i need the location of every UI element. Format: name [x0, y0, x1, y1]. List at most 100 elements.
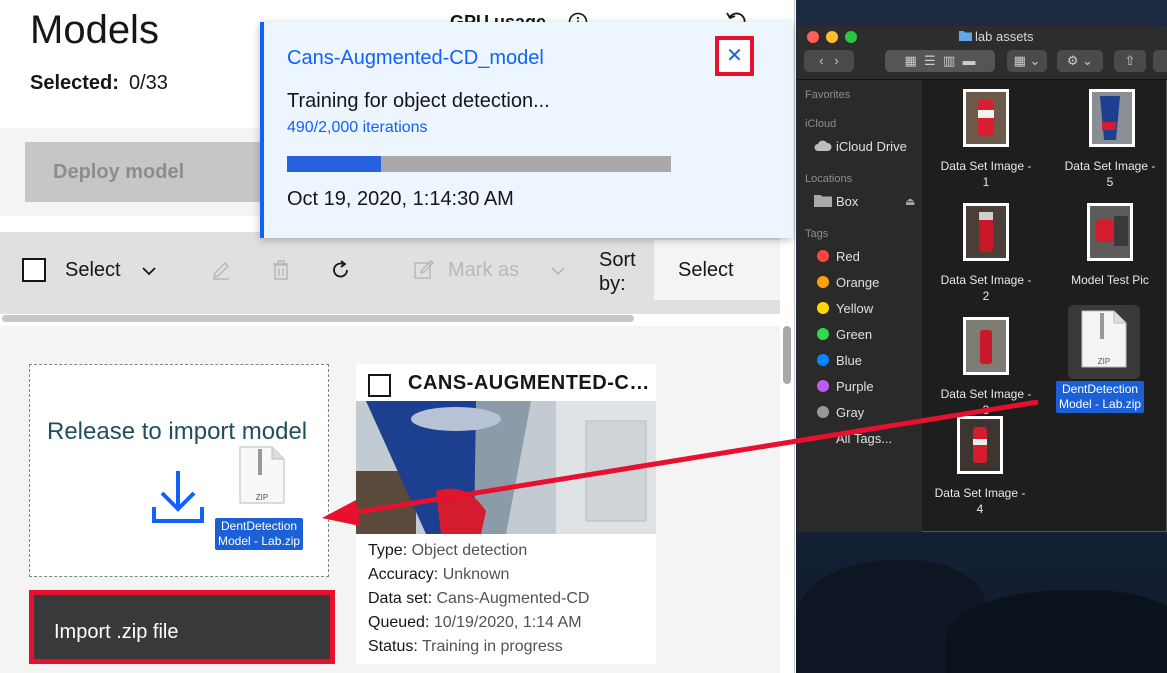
file-name[interactable]: Data Set Image - 2	[926, 272, 1046, 304]
deploy-model-button[interactable]: Deploy model	[25, 142, 262, 202]
file-name-line2: 2	[982, 289, 990, 303]
selected-value: 0/33	[128, 72, 168, 94]
zip-file-icon: ZIP	[239, 446, 285, 504]
sidebar-tag-purple[interactable]: Purple	[836, 379, 874, 394]
notification-date: Oct 19, 2020, 1:14:30 AM	[287, 188, 514, 210]
card-type-label: Type:	[368, 542, 408, 559]
card-queued-value: 10/19/2020, 1:14 AM	[433, 614, 582, 631]
trash-icon[interactable]	[270, 259, 292, 281]
import-zip-button[interactable]: Import .zip file	[29, 590, 335, 664]
file-thumbnail[interactable]	[957, 416, 1003, 474]
notification-title[interactable]: Cans-Augmented-CD_model	[287, 47, 544, 70]
sort-select[interactable]: Select	[654, 240, 780, 300]
sidebar-all-tags[interactable]: All Tags...	[836, 431, 892, 446]
chevron-down-icon[interactable]	[140, 262, 158, 280]
column-view-icon[interactable]: ▥	[943, 53, 955, 68]
sidebar-section-locations: Locations	[805, 173, 853, 185]
sidebar-section-icloud: iCloud	[805, 118, 837, 130]
file-thumbnail[interactable]	[963, 203, 1009, 261]
model-card-title[interactable]: CANS-AUGMENTED-CD_model	[408, 372, 653, 395]
card-status-label: Status:	[368, 638, 418, 655]
dragged-file-label: DentDetection Model - Lab.zip	[215, 518, 304, 550]
icon-view-icon[interactable]: ▦	[905, 53, 917, 68]
blue-tag-icon	[817, 354, 829, 366]
sidebar-tag-blue[interactable]: Blue	[836, 353, 862, 368]
file-thumbnail[interactable]	[1089, 89, 1135, 147]
refresh-icon[interactable]	[330, 259, 352, 281]
model-card-checkbox[interactable]	[368, 374, 391, 397]
group-button[interactable]: ▦ ⌄	[1007, 50, 1047, 72]
sidebar-tag-yellow[interactable]: Yellow	[836, 301, 873, 316]
gallery-view-icon[interactable]: ▬	[962, 53, 975, 68]
file-name[interactable]: Data Set Image - 4	[920, 485, 1040, 517]
sidebar-item-icloud-drive[interactable]: iCloud Drive	[836, 139, 907, 154]
card-type-row: Type: Object detection	[368, 542, 527, 560]
selected-file-name-line1: DentDetection	[1062, 382, 1139, 396]
card-dataset-label: Data set:	[368, 590, 433, 607]
selected-file-name[interactable]: DentDetection Model - Lab.zip	[1056, 381, 1145, 413]
card-status-row: Status: Training in progress	[368, 638, 563, 656]
zip-file-icon[interactable]: ZIP	[1081, 310, 1127, 368]
file-name-line1: Data Set Image -	[940, 387, 1032, 401]
red-tag-icon	[817, 250, 829, 262]
list-view-icon[interactable]: ☰	[924, 53, 936, 68]
file-name[interactable]: Data Set Image - 1	[926, 158, 1046, 190]
more-button[interactable]	[1153, 50, 1167, 72]
sidebar-tag-green[interactable]: Green	[836, 327, 872, 342]
card-accuracy-value: Unknown	[442, 566, 510, 583]
vertical-scrollbar-thumb[interactable]	[783, 326, 791, 384]
edit-icon[interactable]	[210, 259, 232, 281]
file-name-line2: 1	[982, 175, 990, 189]
zip-icon-text: ZIP	[256, 493, 268, 502]
file-name-line1: Data Set Image -	[934, 486, 1026, 500]
file-name-line1: Data Set Image -	[940, 159, 1032, 173]
close-window-button[interactable]	[807, 31, 819, 43]
chevron-down-icon[interactable]	[549, 262, 567, 280]
notification-iterations: 490/2,000 iterations	[287, 119, 428, 136]
selected-count: Selected: 0/33	[30, 72, 168, 95]
minimize-window-button[interactable]	[826, 31, 838, 43]
file-name-line1: Data Set Image -	[940, 273, 1032, 287]
share-icon[interactable]: ⇧	[1114, 50, 1146, 72]
purple-tag-icon	[817, 380, 829, 392]
card-type-value: Object detection	[411, 542, 528, 559]
mark-as-label[interactable]: Mark as	[448, 259, 519, 282]
card-dataset-row: Data set: Cans-Augmented-CD	[368, 590, 589, 608]
view-mode-buttons[interactable]: ▦ ☰ ▥ ▬	[885, 50, 995, 72]
training-progress-fill	[287, 156, 382, 172]
dropzone-title: Release to import model	[47, 418, 308, 445]
cloud-icon	[814, 140, 832, 151]
sort-by-label: Sort by:	[599, 249, 636, 295]
selected-label: Selected:	[30, 72, 119, 94]
file-thumbnail[interactable]	[1087, 203, 1133, 261]
file-name[interactable]: Data Set Image - 5	[1050, 158, 1167, 190]
close-icon[interactable]: ✕	[715, 36, 754, 76]
back-forward-buttons[interactable]: ‹ ›	[804, 50, 854, 72]
file-name[interactable]: Data Set Image -3	[926, 386, 1046, 418]
file-name[interactable]: Model Test Pic	[1050, 272, 1167, 288]
file-thumbnail[interactable]	[963, 317, 1009, 375]
gear-icon[interactable]: ⚙ ⌄	[1057, 50, 1103, 72]
select-all-checkbox[interactable]	[22, 258, 46, 282]
file-name-line1: Model Test Pic	[1071, 273, 1149, 287]
file-thumbnail[interactable]	[963, 89, 1009, 147]
eject-icon[interactable]: ⏏	[905, 195, 915, 208]
dragged-file-label-line1: DentDetection	[221, 519, 298, 533]
zoom-window-button[interactable]	[845, 31, 857, 43]
yellow-tag-icon	[817, 302, 829, 314]
file-name-line2: 5	[1106, 175, 1114, 189]
gray-tag-icon	[817, 406, 829, 418]
orange-tag-icon	[817, 276, 829, 288]
card-accuracy-label: Accuracy:	[368, 566, 439, 583]
select-dropdown-label[interactable]: Select	[65, 259, 121, 282]
mark-as-icon[interactable]	[413, 259, 435, 281]
sidebar-tag-orange[interactable]: Orange	[836, 275, 879, 290]
horizontal-scrollbar-thumb[interactable]	[2, 315, 634, 322]
sidebar-section-favorites: Favorites	[805, 89, 851, 101]
sidebar-item-box[interactable]: Box	[836, 194, 858, 209]
sidebar-tag-gray[interactable]: Gray	[836, 405, 864, 420]
card-dataset-value: Cans-Augmented-CD	[436, 590, 590, 607]
sidebar-tag-red[interactable]: Red	[836, 249, 860, 264]
page-title: Models	[30, 8, 159, 52]
card-status-value: Training in progress	[421, 638, 563, 655]
